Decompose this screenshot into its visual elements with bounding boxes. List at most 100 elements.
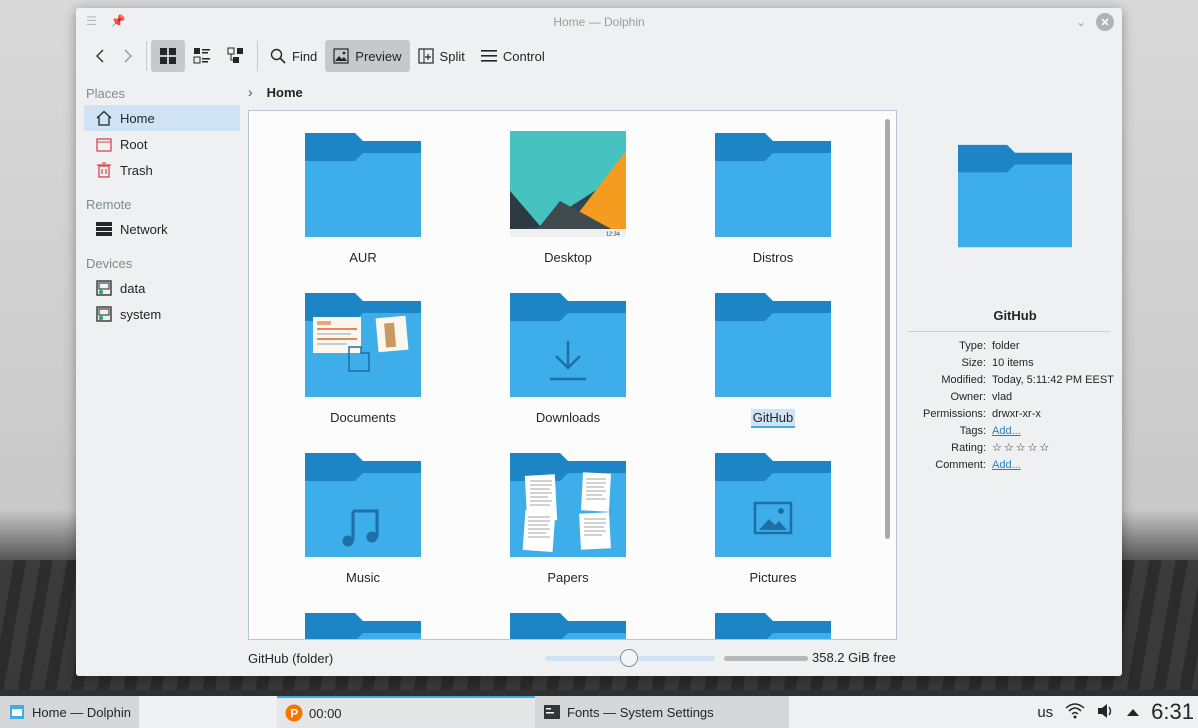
sidebar-item-home[interactable]: Home [84, 105, 240, 131]
selected-item-name: GitHub [993, 308, 1037, 323]
metadata-row: Owner: vlad [908, 389, 1122, 406]
metadata-row: Type: folder [908, 338, 1122, 355]
expand-tray-icon[interactable] [1127, 705, 1140, 720]
sidebar-item-network[interactable]: Network [84, 216, 240, 242]
file-item-desktop[interactable]: 12:34 Desktop [478, 111, 658, 271]
preview-button[interactable]: Preview [325, 40, 410, 72]
file-name-label: Music [346, 570, 380, 585]
sidebar-item-trash[interactable]: Trash [84, 157, 240, 183]
sidebar-item-root[interactable]: Root [84, 131, 240, 157]
file-item[interactable] [683, 591, 863, 639]
file-item-downloads[interactable]: Downloads [478, 271, 658, 431]
metadata-row: Size: 10 items [908, 355, 1122, 372]
system-tray: us 6:31 [1037, 696, 1198, 728]
add-link[interactable]: Add... [992, 457, 1021, 474]
icons-view-button[interactable] [151, 40, 185, 72]
task-recorder[interactable]: P 00:00 [277, 696, 535, 728]
find-button[interactable]: Find [262, 40, 325, 72]
back-button[interactable] [86, 40, 114, 72]
network-icon [96, 221, 112, 237]
file-name-label: AUR [349, 250, 377, 265]
file-name-label: Pictures [749, 570, 797, 585]
file-name-label: Papers [547, 570, 589, 585]
selection-status: GitHub (folder) [248, 650, 334, 666]
title-bar: ☰ 📌 Home — Dolphin ⌄ ✕ [76, 8, 1122, 36]
rating-stars[interactable]: ☆☆☆☆☆ [992, 440, 1051, 457]
info-divider [908, 331, 1110, 332]
split-button[interactable]: Split [410, 40, 473, 72]
trash-icon [96, 162, 112, 178]
sidebar-item-label: Trash [120, 162, 153, 178]
metadata-value: drwxr-xr-x [992, 408, 1041, 420]
zoom-slider-handle[interactable] [620, 649, 638, 667]
chevron-right-icon[interactable]: › [248, 84, 253, 100]
sidebar-item-label: Network [120, 221, 168, 237]
metadata-key: Owner: [950, 391, 986, 403]
sidebar-item-system[interactable]: system [84, 301, 240, 327]
information-panel: GitHub Type: folder Size: 10 items Modified:… [908, 110, 1122, 640]
file-view[interactable]: AUR 12:34 Desktop Distros Documents Downloads… [248, 110, 897, 640]
details-view-icon [193, 48, 210, 64]
desktop-wallpaper-thumbnail: 12:34 [510, 131, 626, 238]
folder-icon [510, 453, 626, 557]
keyboard-layout-indicator[interactable]: us [1037, 704, 1053, 721]
file-item-github[interactable]: GitHub [683, 271, 863, 431]
folder-icon [510, 293, 626, 397]
minimize-icon[interactable]: ⌄ [1076, 15, 1086, 29]
main-toolbar: Find Preview Split Control [76, 36, 1122, 76]
places-section-title: Places [86, 86, 126, 101]
sidebar-item-data[interactable]: data [84, 275, 240, 301]
file-item-distros[interactable]: Distros [683, 111, 863, 271]
breadcrumb-home[interactable]: Home [267, 85, 303, 100]
wifi-icon[interactable] [1065, 702, 1085, 722]
sidebar-item-label: Home [120, 110, 155, 126]
thumbnail-clock: 12:34 [606, 232, 620, 238]
tree-view-button[interactable] [219, 40, 253, 72]
file-name-label: Distros [752, 250, 794, 265]
folder-icon [305, 611, 421, 639]
sidebar-item-label: Root [120, 136, 148, 152]
forward-button[interactable] [114, 40, 142, 72]
window-menu-icon[interactable]: ☰ [86, 14, 97, 28]
chevron-left-icon [95, 49, 104, 63]
status-bar: GitHub (folder) 358.2 GiB free [248, 648, 898, 668]
preview-label: Preview [355, 48, 402, 64]
metadata-value: vlad [992, 391, 1013, 403]
task-dolphin[interactable]: Home — Dolphin [0, 696, 139, 728]
remote-section-title: Remote [86, 197, 132, 212]
task-system-settings[interactable]: Fonts — System Settings [535, 696, 789, 728]
task-label: Fonts — System Settings [567, 704, 714, 720]
sidebar-item-label: data [120, 280, 146, 296]
metadata-key: Rating: [951, 442, 986, 454]
folder-icon [510, 451, 626, 557]
folder-icon [305, 451, 421, 557]
add-link[interactable]: Add... [992, 423, 1021, 440]
close-button[interactable]: ✕ [1096, 13, 1114, 31]
clock[interactable]: 6:31 [1151, 699, 1194, 725]
drive-icon [96, 306, 112, 322]
file-item[interactable] [478, 591, 658, 639]
file-item-aur[interactable]: AUR [273, 111, 453, 271]
drive-icon [96, 280, 112, 296]
folder-icon [305, 131, 421, 237]
volume-icon[interactable] [1097, 703, 1115, 722]
scrollbar[interactable] [885, 119, 890, 539]
taskbar: Home — Dolphin P 00:00 Fonts — System Se… [0, 696, 1198, 728]
details-view-button[interactable] [185, 40, 219, 72]
metadata-value: folder [992, 340, 1020, 352]
control-button[interactable]: Control [473, 40, 553, 72]
sidebar-item-label: system [120, 306, 162, 322]
icons-view-icon [160, 48, 176, 64]
file-item-papers[interactable]: Papers [478, 431, 658, 591]
file-item-documents[interactable]: Documents [273, 271, 453, 431]
metadata-value: 10 items [992, 357, 1034, 369]
svg-text:P: P [290, 708, 298, 721]
file-item-pictures[interactable]: Pictures [683, 431, 863, 591]
desktop-thumbnail: 12:34 [510, 131, 626, 238]
folder-icon [715, 611, 831, 639]
file-item[interactable] [273, 591, 453, 639]
folder-icon [715, 293, 831, 397]
settings-app-icon [543, 703, 561, 721]
pin-icon[interactable]: 📌 [111, 14, 126, 28]
file-item-music[interactable]: Music [273, 431, 453, 591]
